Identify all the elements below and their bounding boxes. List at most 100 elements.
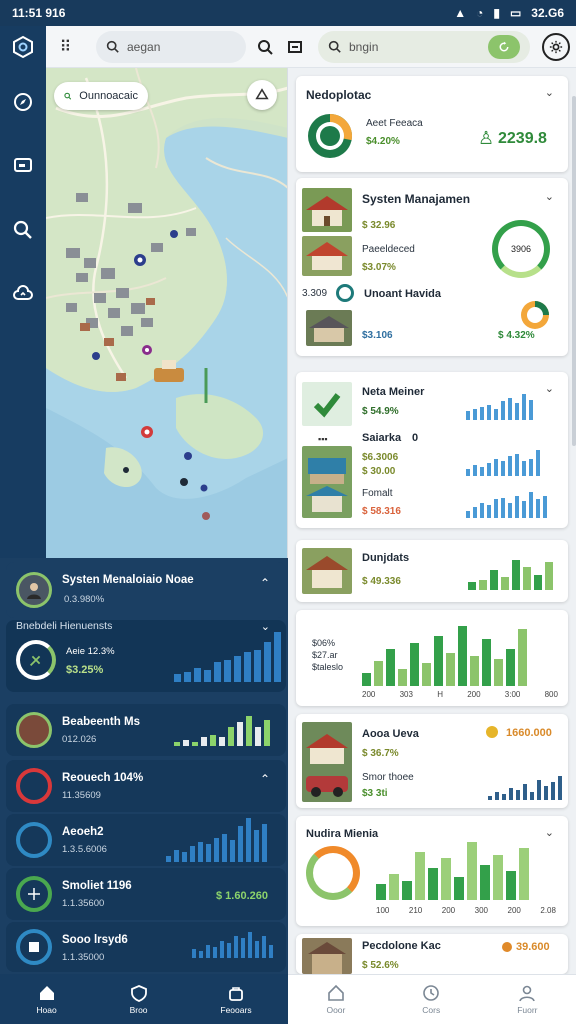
stat-card-2-line2: $3.25%: [66, 664, 104, 676]
chart-bar: [543, 496, 547, 518]
stat-card-4[interactable]: Reouech 104% 11.35609 ⌃: [6, 760, 286, 812]
chart-bar: [374, 661, 383, 686]
stat-card-2[interactable]: Bnebdeli Hienuensts ⌄ Aeie 12.3% $3.25%: [6, 620, 286, 692]
x-tick: 2.08: [540, 906, 556, 915]
chart-bar: [199, 951, 203, 958]
stat-card-3[interactable]: Beabeenth Ms 012.026: [6, 704, 286, 756]
nav-features[interactable]: Feooars: [220, 984, 252, 1015]
info-card-1-icon: ♙: [478, 128, 495, 148]
chart-bar: [501, 577, 509, 590]
nav-browse[interactable]: Broo: [130, 984, 148, 1015]
info-card-8[interactable]: Pecdolone Kac 39.600 $ 52.6%: [296, 934, 568, 974]
compass-icon[interactable]: [13, 92, 33, 112]
car-thumbnail: [302, 722, 352, 802]
info-card-2-value-right: $ 4.32%: [498, 330, 535, 341]
chart-bar: [194, 668, 201, 682]
stat-card-7[interactable]: Sooo lrsyd6 1.1.35000: [6, 922, 286, 972]
map-layer-chip[interactable]: Ounnoacaic: [54, 82, 148, 110]
info-card-2[interactable]: Systen Manajamen ⌄ $ 32.96 Paeeldeced $3…: [296, 178, 568, 356]
settings-button[interactable]: [542, 32, 570, 61]
map-view[interactable]: Ounnoacaic: [46, 68, 288, 558]
stat-card-1[interactable]: Systen Menaloiaio Noae 0.3.980% ⌃: [6, 562, 286, 618]
chevron-down-icon[interactable]: ⌄: [545, 382, 554, 395]
apps-grid-icon[interactable]: ⠿: [46, 37, 86, 57]
x-tick: 3:00: [504, 690, 521, 699]
app-logo[interactable]: [0, 25, 46, 68]
info-card-1[interactable]: Nedoplotac ⌄ Aeet Feeaca $4.20% ♙ 2239.8: [296, 76, 568, 172]
info-card-1-line2: $4.20%: [366, 136, 400, 147]
chart-card-7[interactable]: Nudira Mienia ⌄ 100 210 200 300 200 2.08: [296, 816, 568, 926]
chevron-up-icon[interactable]: ⌃: [260, 576, 270, 590]
scrollbar[interactable]: [572, 96, 576, 446]
info-card-6-badge-icon: [486, 726, 498, 738]
sync-button[interactable]: [488, 34, 520, 59]
chart-bar: [506, 649, 515, 686]
search-field-right[interactable]: bngin: [318, 30, 530, 63]
chart-bar: [551, 782, 555, 800]
chart-card-5[interactable]: $06% $27.ar $taleslo 200 303 H 200 3:00 …: [296, 610, 568, 706]
stat-card-6[interactable]: Smoliet 1196 1.1.35600 $ 1.60.260: [6, 868, 286, 920]
chart-card-5-label-2: $27.ar: [312, 650, 338, 660]
chart-bar: [198, 842, 203, 862]
progress-ring: [16, 640, 56, 680]
search-icon[interactable]: [13, 220, 33, 240]
info-card-6[interactable]: Aooa Ueva 1660.000 $ 36.7% Smor thoee $3…: [296, 714, 568, 808]
chart-bar: [238, 826, 243, 862]
info-card-1-title: Nedoplotac: [306, 88, 372, 102]
nav-history[interactable]: Cors: [422, 984, 440, 1015]
chevron-down-icon[interactable]: ⌄: [545, 86, 554, 99]
info-card-3-counter: ▪▪▪: [318, 434, 328, 444]
chart-bar: [219, 737, 225, 746]
chart-bar: [473, 507, 477, 518]
check-icon: [313, 393, 341, 418]
chevron-up-icon[interactable]: ⌃: [260, 772, 270, 786]
chart-bar: [501, 498, 505, 518]
chart-bar: [482, 639, 491, 686]
location-icon: [255, 88, 269, 100]
bottom-navigation: Hoao Broo Feooars Ooor Cors Fuorr: [0, 974, 576, 1024]
donut-chart: [306, 846, 360, 900]
house-thumbnail: [306, 310, 352, 346]
info-card-2-title: Systen Manajamen: [362, 192, 471, 206]
monitor-icon[interactable]: [13, 156, 33, 176]
search-button[interactable]: [250, 32, 280, 62]
map-location-button[interactable]: [247, 80, 277, 110]
search-field-left[interactable]: aegan: [96, 30, 246, 63]
chart-bar: [523, 784, 527, 800]
home-icon: [328, 984, 344, 1001]
chart-card-5-label-3: $taleslo: [312, 662, 344, 672]
cloud-sync-icon[interactable]: [13, 284, 33, 304]
chevron-down-icon[interactable]: ⌄: [545, 190, 554, 203]
chart-bar: [214, 662, 221, 682]
wifi-icon: ◔: [476, 6, 484, 20]
nav-profile[interactable]: Fuorr: [517, 984, 538, 1015]
inbox-icon: [288, 40, 302, 53]
chart-bar: [386, 649, 395, 686]
nav-home-right-label: Ooor: [326, 1005, 346, 1015]
stat-card-4-sub: 11.35609: [62, 790, 101, 801]
info-card-4[interactable]: Dunjdats $ 49.336: [296, 540, 568, 602]
info-card-3[interactable]: Neta Meiner ⌄ $ 54.9% ▪▪▪ Saiarka 0 $6.3…: [296, 372, 568, 528]
stat-card-5[interactable]: Aeoeh2 1.3.5.6006: [6, 814, 286, 866]
house-thumbnail: [302, 236, 352, 276]
chart-bar: [398, 669, 407, 686]
home-icon: [39, 985, 54, 1000]
nav-home-right[interactable]: Ooor: [326, 984, 345, 1015]
chart-bar: [234, 936, 238, 958]
info-card-2-subtitle: Unoant Havida: [364, 288, 442, 300]
nav-home[interactable]: Hoao: [36, 984, 57, 1015]
bottom-nav-left: Hoao Broo Feooars: [0, 974, 288, 1024]
chart-bar: [473, 465, 477, 476]
chart-bar: [262, 824, 267, 862]
user-icon: [519, 985, 536, 1002]
stat-card-5-title: Aeoeh2: [62, 826, 104, 838]
chevron-down-icon[interactable]: ⌄: [545, 826, 554, 839]
chart-bar: [206, 844, 211, 862]
inbox-button[interactable]: [280, 32, 310, 62]
search-left-placeholder: aegan: [127, 39, 161, 54]
chart-bar: [402, 881, 412, 900]
bar-chart-1: [174, 632, 281, 682]
bar-chart-7: [466, 492, 547, 518]
chart-bar: [248, 932, 252, 958]
chart-bar: [495, 792, 499, 800]
